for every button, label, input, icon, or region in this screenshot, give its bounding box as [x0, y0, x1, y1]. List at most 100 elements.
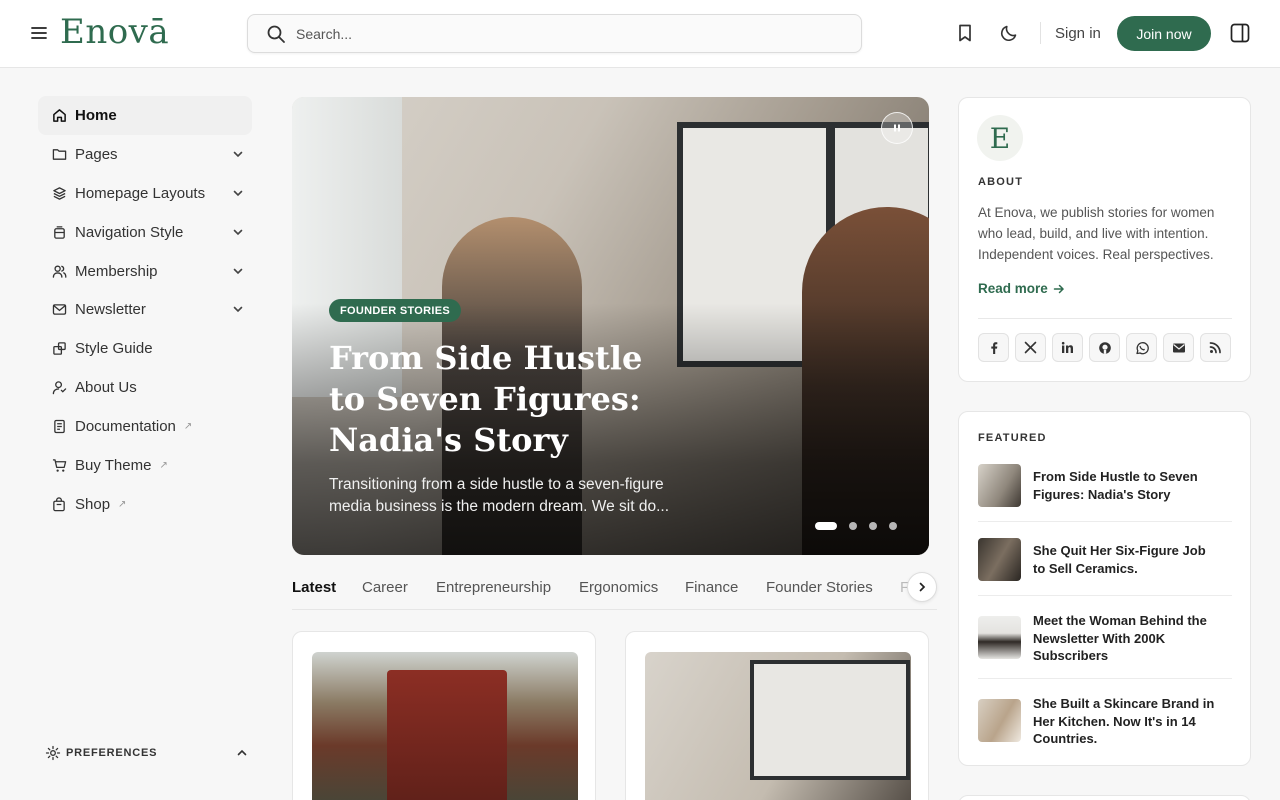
chevron-down-icon: [233, 229, 243, 235]
post-card-image[interactable]: [645, 652, 911, 800]
moon-icon[interactable]: [998, 22, 1020, 44]
read-more-label: Read more: [978, 281, 1048, 296]
featured-title[interactable]: She Quit Her Six-Figure Job to Sell Cera…: [1033, 542, 1218, 577]
about-label: ABOUT: [978, 176, 1024, 188]
email-icon[interactable]: [1163, 333, 1194, 362]
tab-latest[interactable]: Latest: [292, 579, 336, 596]
tab-ergonomics[interactable]: Ergonomics: [579, 579, 658, 596]
chevron-up-icon: [237, 749, 247, 756]
social-links: [978, 333, 1231, 362]
hero-carousel[interactable]: FOUNDER STORIES From Side Hustle to Seve…: [292, 97, 929, 555]
cart-icon: [51, 457, 67, 473]
about-card: E ABOUT At Enova, we publish stories for…: [958, 97, 1251, 382]
gear-icon: [45, 745, 61, 761]
rss-icon[interactable]: [1200, 333, 1231, 362]
sign-in-link[interactable]: Sign in: [1055, 25, 1101, 42]
category-badge[interactable]: FOUNDER STORIES: [329, 299, 462, 322]
carousel-dots: [815, 522, 897, 530]
featured-title[interactable]: Meet the Woman Behind the Newsletter Wit…: [1033, 612, 1218, 665]
search-bar[interactable]: [247, 14, 862, 53]
divider: [978, 595, 1232, 596]
sidebar-item-navigation-style[interactable]: Navigation Style: [38, 213, 252, 252]
tab-finance[interactable]: Finance: [685, 579, 738, 596]
sidebar-item-homepage-layouts[interactable]: Homepage Layouts: [38, 174, 252, 213]
home-icon: [51, 107, 67, 123]
navigation-icon: [51, 224, 67, 240]
carousel-dot[interactable]: [889, 522, 897, 530]
pause-icon[interactable]: [881, 112, 913, 144]
sidebar-item-label: Documentation: [75, 418, 176, 436]
sidebar-item-label: Homepage Layouts: [75, 184, 206, 202]
users-icon: [51, 263, 67, 279]
chevron-right-icon[interactable]: [907, 572, 937, 602]
featured-thumbnail[interactable]: [978, 699, 1021, 742]
carousel-dot[interactable]: [869, 522, 877, 530]
sidebar-item-buy-theme[interactable]: Buy Theme ↗: [38, 446, 252, 485]
menu-icon[interactable]: [28, 22, 50, 44]
post-card[interactable]: [625, 631, 929, 800]
sidebar-item-style-guide[interactable]: Style Guide: [38, 329, 252, 368]
hero-excerpt: Transitioning from a side hustle to a se…: [329, 476, 670, 515]
post-image-detail: [387, 670, 507, 800]
carousel-dot[interactable]: [815, 522, 837, 530]
sidebar-item-label: Style Guide: [75, 340, 153, 358]
folder-icon: [51, 146, 67, 162]
featured-title[interactable]: She Built a Skincare Brand in Her Kitche…: [1033, 695, 1218, 748]
external-link-icon: ↗: [118, 498, 127, 510]
preferences-label: PREFERENCES: [66, 747, 158, 759]
divider: [978, 318, 1232, 319]
divider: [978, 678, 1232, 679]
sidebar-item-label: Newsletter: [75, 301, 146, 319]
whatsapp-icon[interactable]: [1126, 333, 1157, 362]
post-image-detail: [750, 660, 910, 780]
facebook-icon[interactable]: [978, 333, 1009, 362]
site-logo[interactable]: Enovā: [60, 12, 169, 52]
read-more-link[interactable]: Read more: [978, 281, 1065, 296]
featured-thumbnail[interactable]: [978, 538, 1021, 581]
hero-title[interactable]: From Side Hustle to Seven Figures: Nadia…: [329, 338, 649, 461]
bookmark-icon[interactable]: [954, 22, 976, 44]
chevron-down-icon: [233, 268, 243, 274]
carousel-dot[interactable]: [849, 522, 857, 530]
featured-label: FEATURED: [978, 432, 1047, 444]
sidebar-item-newsletter[interactable]: Newsletter: [38, 290, 252, 329]
arrow-right-icon: [1053, 284, 1064, 293]
sidebar-toggle-icon[interactable]: [1229, 22, 1251, 44]
sidebar-item-about-us[interactable]: About Us: [38, 368, 252, 407]
top-header: Enovā Sign in Join now: [0, 0, 1280, 68]
document-icon: [51, 419, 67, 435]
search-input[interactable]: [296, 25, 816, 42]
post-card-image[interactable]: [312, 652, 578, 800]
sidebar-item-documentation[interactable]: Documentation ↗: [38, 407, 252, 446]
user-icon: [51, 380, 67, 396]
linkedin-icon[interactable]: [1052, 333, 1083, 362]
sidebar-item-label: Pages: [75, 145, 118, 163]
sidebar-card: [958, 795, 1251, 800]
sidebar-item-pages[interactable]: Pages: [38, 135, 252, 174]
preferences-toggle[interactable]: PREFERENCES: [45, 743, 252, 763]
sidebar-item-shop[interactable]: Shop ↗: [38, 485, 252, 524]
sidebar-item-label: Navigation Style: [75, 223, 184, 241]
join-now-button[interactable]: Join now: [1117, 16, 1211, 51]
chevron-down-icon: [233, 307, 243, 313]
tab-founder-stories[interactable]: Founder Stories: [766, 579, 873, 596]
header-divider: [1040, 22, 1041, 44]
featured-title[interactable]: From Side Hustle to Seven Figures: Nadia…: [1033, 468, 1218, 503]
x-icon[interactable]: [1015, 333, 1046, 362]
chevron-down-icon: [233, 151, 243, 158]
sidebar-item-label: Shop: [75, 495, 111, 513]
sidebar-item-home[interactable]: Home: [38, 96, 252, 135]
bag-icon: [51, 496, 67, 512]
featured-thumbnail[interactable]: [978, 616, 1021, 659]
category-tabs: Latest Career Entrepreneurship Ergonomic…: [292, 570, 937, 610]
search-icon: [267, 25, 285, 43]
sidebar-nav: Home Pages Homepage Layouts Navigation S…: [38, 96, 252, 524]
sidebar-item-membership[interactable]: Membership: [38, 252, 252, 291]
style-icon: [51, 341, 67, 357]
tab-career[interactable]: Career: [362, 579, 408, 596]
post-card[interactable]: [292, 631, 596, 800]
external-link-icon: ↗: [183, 421, 193, 433]
github-icon[interactable]: [1089, 333, 1120, 362]
tab-entrepreneurship[interactable]: Entrepreneurship: [436, 579, 551, 596]
featured-thumbnail[interactable]: [978, 464, 1021, 507]
